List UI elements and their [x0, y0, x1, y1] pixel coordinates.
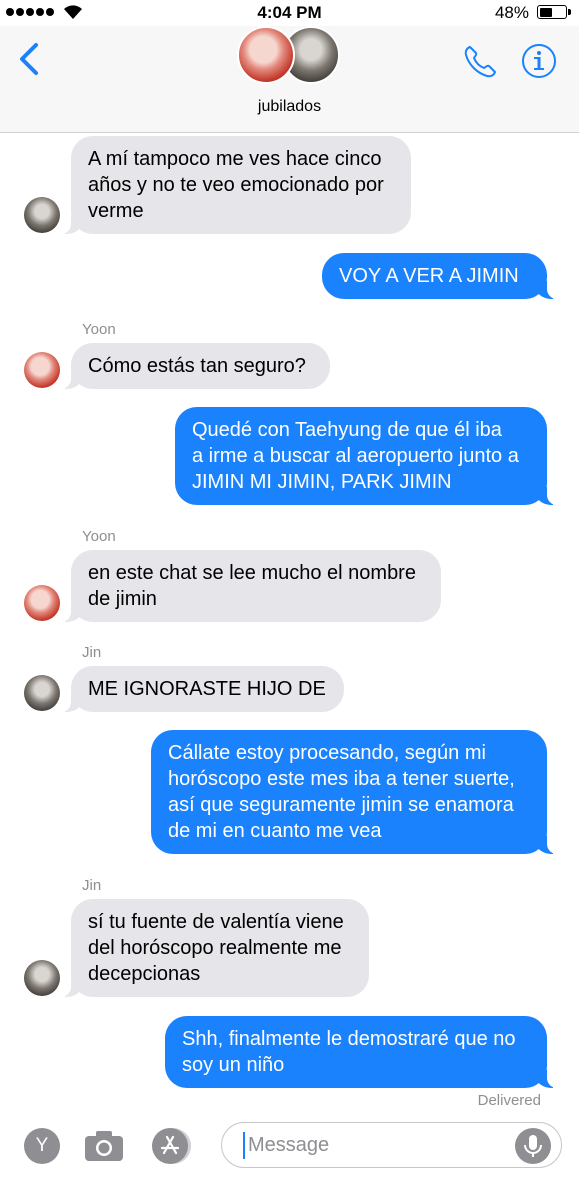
battery-icon: [537, 5, 571, 19]
message-bubble-outgoing[interactable]: Shh, finalmente le demostraré que no soy…: [165, 1016, 557, 1088]
group-avatar-yoon: [237, 26, 295, 84]
message-bubble-incoming[interactable]: ME IGNORASTE HIJO DE: [61, 666, 344, 712]
text-cursor: [243, 1132, 245, 1159]
sender-name: Yoon: [82, 528, 116, 545]
message-line: verme: [88, 200, 144, 222]
message-placeholder: Message: [248, 1134, 330, 1156]
app-store-icon[interactable]: [152, 1128, 188, 1164]
sender-avatar-jin[interactable]: [24, 197, 60, 233]
status-time: 4:04 PM: [257, 3, 322, 22]
message-line: a irme a buscar al aeropuerto junto a: [192, 445, 519, 467]
message-bubble-incoming[interactable]: A mí tampoco me ves hace cinco años y no…: [61, 136, 411, 234]
message-line: soy un niño: [182, 1054, 285, 1076]
message-line: Shh, finalmente le demostraré que no: [182, 1028, 516, 1050]
message-line: A mí tampoco me ves hace cinco: [88, 148, 382, 170]
conversation-header: jubilados: [0, 26, 579, 133]
message-bubble-outgoing[interactable]: Quedé con Taehyung de que él iba a irme …: [175, 407, 557, 505]
sender-avatar-yoon[interactable]: [24, 585, 60, 621]
message-bubble-outgoing[interactable]: VOY A VER A JIMIN: [322, 253, 557, 299]
microphone-glyph-icon: [524, 1135, 542, 1157]
sender-avatar-yoon[interactable]: [24, 352, 60, 388]
sender-name: Jin: [82, 644, 102, 661]
message-bubble-incoming[interactable]: sí tu fuente de valentía viene del horós…: [61, 899, 369, 997]
message-line: Cómo estás tan seguro?: [88, 355, 306, 377]
sender-name: Jin: [82, 877, 102, 894]
sender-name: Yoon: [82, 321, 116, 338]
message-line: del horóscopo realmente me: [88, 937, 342, 959]
message-input[interactable]: Message: [221, 1122, 562, 1168]
message-bubble-outgoing[interactable]: Cállate estoy procesando, según mi horós…: [151, 730, 557, 854]
message-line: VOY A VER A JIMIN: [339, 265, 519, 287]
message-input-bar: Y Message: [0, 1114, 579, 1200]
info-icon[interactable]: [521, 43, 557, 79]
sender-avatar-jin[interactable]: [24, 675, 60, 711]
group-avatars[interactable]: [237, 26, 347, 88]
memoji-icon[interactable]: Y: [24, 1128, 60, 1164]
message-line: años y no te veo emocionado por: [88, 174, 384, 196]
battery-percentage: 48%: [494, 3, 529, 22]
microphone-icon[interactable]: [515, 1128, 551, 1164]
message-line: así que seguramente jimin se enamora: [168, 794, 514, 816]
camera-icon[interactable]: [84, 1130, 124, 1162]
message-line: Quedé con Taehyung de que él iba: [192, 419, 502, 441]
message-line: decepcionas: [88, 963, 201, 985]
delivery-status: Delivered: [477, 1092, 541, 1109]
message-line: sí tu fuente de valentía viene: [88, 911, 344, 933]
message-line: horóscopo este mes iba a tener suerte,: [168, 768, 515, 790]
message-line: Cállate estoy procesando, según mi: [168, 742, 486, 764]
phone-icon[interactable]: [462, 44, 498, 80]
chevron-left-icon[interactable]: [18, 42, 40, 76]
status-bar: 4:04 PM 48%: [0, 0, 579, 26]
message-line: ME IGNORASTE HIJO DE: [88, 678, 326, 700]
group-name[interactable]: jubilados: [0, 98, 579, 116]
sender-avatar-jin[interactable]: [24, 960, 60, 996]
message-bubble-incoming[interactable]: Cómo estás tan seguro?: [61, 343, 330, 389]
message-line: en este chat se lee mucho el nombre: [88, 562, 416, 584]
message-line: JIMIN MI JIMIN, PARK JIMIN: [192, 471, 452, 493]
app-store-glyph-icon: [160, 1135, 180, 1155]
message-line: de mi en cuanto me vea: [168, 820, 382, 842]
message-line: de jimin: [88, 588, 157, 610]
message-bubble-incoming[interactable]: en este chat se lee mucho el nombre de j…: [61, 550, 441, 622]
memoji-label: Y: [35, 1135, 49, 1156]
